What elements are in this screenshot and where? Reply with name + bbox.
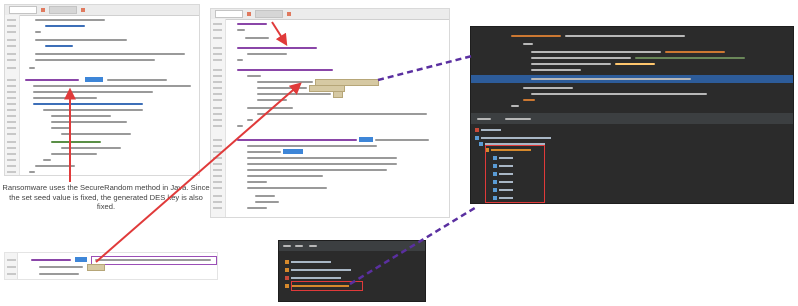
- purple-dashed-connector: [349, 204, 479, 286]
- purple-dashed-connector: [377, 54, 473, 82]
- red-arrow: [95, 82, 302, 263]
- annotation-overlay: [64, 21, 479, 286]
- red-arrow: [271, 21, 288, 47]
